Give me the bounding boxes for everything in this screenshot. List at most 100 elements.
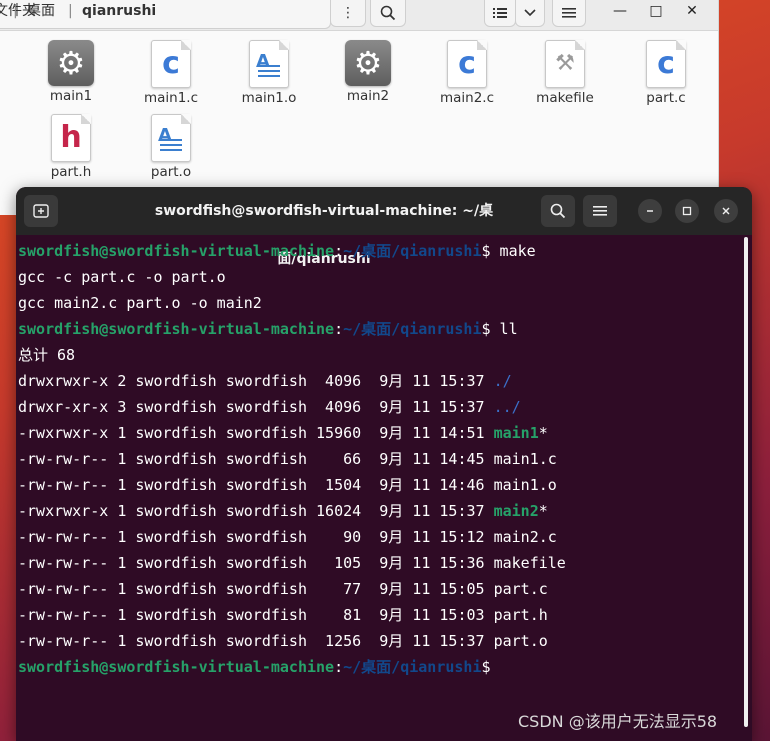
terminal-title: swordfish@swordfish-virtual-machine: ~/桌…	[154, 203, 494, 267]
listing-name: main1.o	[493, 476, 557, 494]
terminal-output[interactable]: swordfish@swordfish-virtual-machine:~/桌面…	[18, 239, 743, 681]
listing-row: -rw-rw-r-- 1 swordfish swordfish 77 9月 1…	[18, 577, 743, 603]
new-tab-button[interactable]	[24, 195, 58, 227]
listing-name: part.c	[493, 580, 548, 598]
terminal-line: 总计 68	[18, 346, 76, 364]
file-manager-window: 主文件夹 | 桌面 | qianrushi ⋮ — □ ✕ ⚙ main1 c …	[0, 0, 719, 215]
listing-row: drwxr-xr-x 3 swordfish swordfish 4096 9月…	[18, 395, 743, 421]
terminal-line: swordfish@swordfish-virtual-machine:~/桌面…	[18, 658, 491, 676]
view-options-dropdown[interactable]	[515, 0, 545, 27]
listing-row: -rw-rw-r-- 1 swordfish swordfish 66 9月 1…	[18, 447, 743, 473]
prompt-user: swordfish@swordfish-virtual-machine	[18, 658, 335, 676]
chevron-down-icon	[524, 9, 536, 17]
file-name: main2	[346, 88, 390, 104]
file-item-main2[interactable]: ⚙ main2	[325, 40, 411, 104]
prompt-user: swordfish@swordfish-virtual-machine	[18, 242, 335, 260]
file-manager-header: 主文件夹 | 桌面 | qianrushi ⋮ — □ ✕	[0, 0, 718, 31]
prompt-path: ~/桌面/qianrushi	[343, 658, 482, 676]
breadcrumb-current[interactable]: qianrushi	[82, 1, 156, 21]
terminal-search-button[interactable]	[541, 195, 575, 227]
listing-name: part.h	[493, 606, 548, 624]
file-item-part-o[interactable]: A part.o	[128, 114, 214, 180]
listing-row: -rwxrwxr-x 1 swordfish swordfish 15960 9…	[18, 421, 743, 447]
listing-meta: -rw-rw-r-- 1 swordfish swordfish 1504 9月…	[18, 476, 494, 494]
listing-row: -rw-rw-r-- 1 swordfish swordfish 81 9月 1…	[18, 603, 743, 629]
listing-name: ./	[493, 372, 512, 390]
hamburger-icon	[593, 206, 607, 216]
prompt-path: ~/桌面/qianrushi	[343, 320, 482, 338]
object-file-icon: A	[249, 40, 289, 88]
terminal-line: gcc main2.c part.o -o main2	[18, 294, 262, 312]
main-menu-button[interactable]	[552, 0, 586, 27]
file-item-main1[interactable]: ⚙ main1	[28, 40, 114, 104]
listing-meta: -rw-rw-r-- 1 swordfish swordfish 90 9月 1…	[18, 528, 494, 546]
terminal-minimize-button[interactable]	[638, 199, 662, 223]
file-name: part.c	[646, 90, 686, 106]
gear-icon: ⚙	[345, 40, 391, 86]
header-file-icon: h	[51, 114, 91, 162]
more-options-button[interactable]: ⋮	[330, 0, 366, 27]
breadcrumb-separator: |	[13, 3, 18, 19]
listing-row: -rw-rw-r-- 1 swordfish swordfish 90 9月 1…	[18, 525, 743, 551]
listing-meta: -rwxrwxr-x 1 swordfish swordfish 15960 9…	[18, 424, 494, 442]
listing-name: makefile	[493, 554, 566, 572]
terminal-line: swordfish@swordfish-virtual-machine:~/桌面…	[18, 320, 518, 338]
file-item-makefile[interactable]: ⚒ makefile	[522, 40, 608, 106]
listing-name: main2.c	[493, 528, 557, 546]
listing-meta: -rw-rw-r-- 1 swordfish swordfish 1256 9月…	[18, 632, 494, 650]
hammer-icon: ⚒	[545, 40, 585, 88]
file-name: part.o	[150, 164, 192, 180]
file-item-main1-o[interactable]: A main1.o	[226, 40, 312, 106]
breadcrumb: 主文件夹 | 桌面 | qianrushi	[0, 0, 331, 29]
terminal-window[interactable]: swordfish@swordfish-virtual-machine: ~/桌…	[16, 187, 752, 741]
maximize-button[interactable]: □	[642, 0, 670, 22]
listing-meta: -rw-rw-r-- 1 swordfish swordfish 66 9月 1…	[18, 450, 494, 468]
c-file-icon: c	[151, 40, 191, 88]
listing-name: main2	[493, 502, 539, 520]
search-button[interactable]	[370, 0, 406, 27]
listing-meta: -rwxrwxr-x 1 swordfish swordfish 16024 9…	[18, 502, 494, 520]
listing-name: part.o	[493, 632, 548, 650]
file-item-part-h[interactable]: h part.h	[28, 114, 114, 180]
listing-suffix: *	[538, 424, 548, 442]
breadcrumb-desktop[interactable]: 桌面	[27, 1, 55, 21]
listing-row: -rw-rw-r-- 1 swordfish swordfish 105 9月 …	[18, 551, 743, 577]
close-button[interactable]: ✕	[678, 0, 706, 22]
listing-name: ../	[493, 398, 521, 416]
minimize-icon	[647, 210, 653, 212]
terminal-close-button[interactable]	[714, 199, 738, 223]
list-view-button[interactable]	[484, 0, 516, 27]
file-name: part.h	[50, 164, 92, 180]
listing-row: -rwxrwxr-x 1 swordfish swordfish 16024 9…	[18, 499, 743, 525]
listing-row: -rw-rw-r-- 1 swordfish swordfish 1504 9月…	[18, 473, 743, 499]
terminal-maximize-button[interactable]	[675, 199, 699, 223]
hamburger-icon	[562, 8, 576, 18]
file-name: main1.c	[143, 90, 199, 106]
c-file-icon: c	[646, 40, 686, 88]
terminal-menu-button[interactable]	[583, 195, 617, 227]
file-name: makefile	[536, 90, 594, 106]
file-name: main1	[49, 88, 93, 104]
minimize-button[interactable]: —	[606, 0, 634, 22]
listing-meta: -rw-rw-r-- 1 swordfish swordfish 81 9月 1…	[18, 606, 494, 624]
listing-meta: drwxr-xr-x 3 swordfish swordfish 4096 9月…	[18, 398, 494, 416]
listing-meta: -rw-rw-r-- 1 swordfish swordfish 77 9月 1…	[18, 580, 494, 598]
listing-row: drwxrwxr-x 2 swordfish swordfish 4096 9月…	[18, 369, 743, 395]
listing-meta: drwxrwxr-x 2 swordfish swordfish 4096 9月…	[18, 372, 494, 390]
search-icon	[550, 203, 566, 219]
terminal-scrollbar[interactable]	[744, 237, 748, 727]
listing-name: main1	[493, 424, 539, 442]
file-item-main2-c[interactable]: c main2.c	[424, 40, 510, 106]
prompt-user: swordfish@swordfish-virtual-machine	[18, 320, 335, 338]
close-icon	[722, 207, 730, 215]
listing-name: main1.c	[493, 450, 557, 468]
gear-icon: ⚙	[48, 40, 94, 86]
watermark: CSDN @该用户无法显示58	[518, 712, 718, 731]
file-item-part-c[interactable]: c part.c	[623, 40, 709, 106]
listing-suffix: *	[538, 502, 548, 520]
file-item-main1-c[interactable]: c main1.c	[128, 40, 214, 106]
listing-meta: -rw-rw-r-- 1 swordfish swordfish 105 9月 …	[18, 554, 494, 572]
terminal-line: swordfish@swordfish-virtual-machine:~/桌面…	[18, 242, 536, 260]
command-text: make	[499, 242, 536, 260]
maximize-icon	[682, 206, 692, 216]
